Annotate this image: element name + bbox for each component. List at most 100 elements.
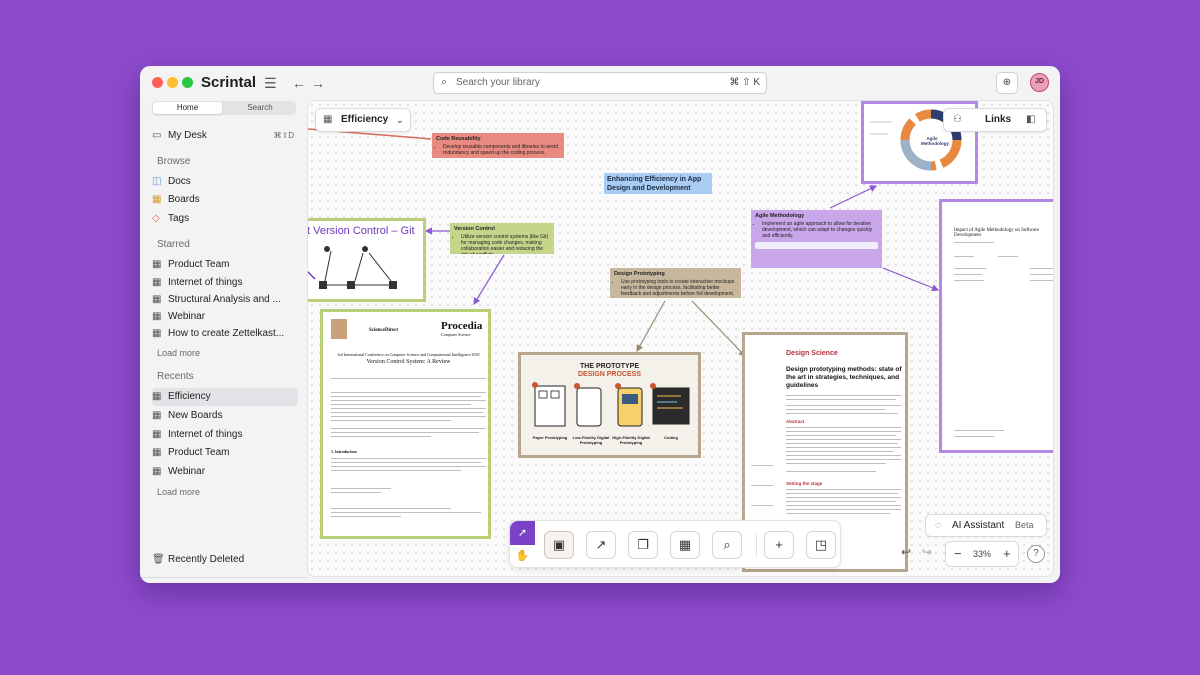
board-icon: ▦ [152,311,162,322]
sidebar-item-recent[interactable]: ▦ Webinar [152,463,298,481]
sidebar-item-docs[interactable]: ◫ Docs [152,173,298,191]
zoom-window-button[interactable] [182,77,193,88]
select-tool[interactable]: ➚ [510,521,535,545]
boards-tool[interactable]: ▦ [670,531,700,559]
tag-icon: ◇ [152,213,160,224]
menu-icon[interactable]: ☰ [264,74,277,92]
new-card-tool[interactable]: ▣ [544,531,574,559]
board-name: Efficiency [341,114,389,125]
note-link-preview[interactable] [755,242,878,249]
paper-abstract-heading: Abstract [786,419,805,424]
search-bar[interactable]: ⌕ Search your library ⌘ ⇧ K [433,72,767,94]
zoom-in-button[interactable]: + [1003,542,1011,566]
paper-version-control-review[interactable]: ScienceDirect Procedia Computer Science … [320,309,491,539]
chat-icon: ◌ [935,520,941,531]
title-bar: Scrintal ☰ ← → ⌕ Search your library ⌘ ⇧… [140,66,1060,100]
close-window-button[interactable] [152,77,163,88]
prototype-process-image[interactable]: THE PROTOTYPE DESIGN PROCESS Paper Proto… [518,352,701,458]
connector-line [882,267,940,292]
undo-icon[interactable]: ↩ [901,545,911,559]
connector-line [691,300,746,357]
sidebar-item-starred[interactable]: ▦ Structural Analysis and ... [152,291,298,309]
note-design-prototyping[interactable]: Design Prototyping Use prototyping tools… [610,268,741,298]
sidebar-item-boards[interactable]: ▦ Boards [152,191,298,209]
cards-tool[interactable]: ❐ [628,531,658,559]
arrow-tool[interactable]: ↗ [586,531,616,559]
sidebar-item-label: How to create Zettelkast... [168,328,285,339]
browse-heading: Browse [157,156,191,167]
sidebar-item-label: Product Team [168,447,230,458]
graph-icon: ⚇ [953,114,962,125]
note-title: Agile Methodology [755,213,805,219]
cursor-icon: ➚ [517,527,528,539]
board-icon: ▦ [152,447,162,458]
side-panel-icon[interactable]: ◧ [1026,109,1035,131]
sidebar-item-recent[interactable]: ▦ New Boards [152,407,298,425]
paper-section-heading: Setting the stage [786,481,823,486]
sidebar-item-tags[interactable]: ◇ Tags [152,210,298,228]
avatar[interactable]: JD [1030,73,1049,92]
git-image-card[interactable]: t Version Control – Git [308,218,426,302]
sidebar-item-label: Structural Analysis and ... [168,294,281,305]
note-version-control[interactable]: Version Control Utilize version control … [450,223,554,254]
sidebar-item-label: Webinar [168,311,206,322]
paper-agile-impact[interactable]: Impact of Agile Methodology on Software … [939,199,1053,453]
help-button[interactable]: ? [1027,545,1045,563]
sidebar-item-my-desk[interactable]: ▭ My Desk ⌘⇧D [152,127,298,145]
recently-deleted-label: Recently Deleted [168,554,245,565]
note-body: Implement an agile approach to allow for… [762,221,878,239]
layout-tool[interactable]: ◳ [806,531,836,559]
forward-arrow-icon[interactable]: → [311,74,325,92]
sidebar-item-label: Boards [168,194,200,205]
sidebar-item-label: Tags [168,213,190,224]
connector-line [473,254,505,306]
git-diagram [308,246,397,289]
note-title: Design Prototyping [614,271,665,277]
folder-search-icon: ⌕ [723,537,731,552]
redo-icon[interactable]: ↪ [922,545,932,559]
search-library-tool[interactable]: ⌕ [712,531,742,559]
sidebar-item-starred[interactable]: ▦ Product Team [152,256,298,274]
docs-icon: ◫ [152,176,162,187]
sidebar-item-label: Internet of things [168,429,243,440]
note-code-reusability[interactable]: Code Reusability Develop reusable compon… [432,133,564,158]
recents-heading: Recents [157,371,194,382]
zoom-control: − 33% + [945,541,1019,567]
starred-heading: Starred [157,239,190,250]
sidebar-item-starred[interactable]: ▦ Internet of things [152,274,298,292]
sidebar-item-starred[interactable]: ▦ Webinar [152,308,298,326]
load-more-starred[interactable]: Load more [157,348,200,358]
connector-line [636,300,666,353]
recently-deleted-link[interactable]: 🗑 Recently Deleted [152,554,244,565]
zoom-out-button[interactable]: − [954,542,962,566]
stage-label: High-Fidelity Digital Prototyping [612,435,650,445]
note-body: Develop reusable components and librarie… [443,144,560,156]
trash-icon: 🗑 [152,554,165,565]
add-user-button[interactable]: ⊕ [996,72,1018,94]
load-more-recents[interactable]: Load more [157,487,200,497]
tab-search[interactable]: Search [224,101,296,115]
note-body: Use prototyping tools to create interact… [621,279,737,297]
board-title-note[interactable]: Enhancing Efficiency in App Design and D… [604,173,712,194]
hand-tool[interactable]: ✋ [510,545,535,567]
links-panel-button[interactable]: ⚇ Links ◧ [943,108,1047,132]
paper-journal: Design Science [786,350,838,357]
board-icon: ▦ [152,410,162,421]
board-canvas[interactable]: ▦ Efficiency ⌄ Enhancing Efficiency in A… [307,100,1054,577]
sidebar-item-recent-selected[interactable]: ▦ Efficiency [152,388,298,406]
minimize-window-button[interactable] [167,77,178,88]
back-arrow-icon[interactable]: ← [292,74,306,92]
add-tool[interactable]: + [764,531,794,559]
board-icon: ▦ [152,328,162,339]
ai-assistant-button[interactable]: ◌ AI Assistant Beta [925,514,1047,537]
arrow-icon: ↗ [595,537,607,552]
sidebar-item-starred[interactable]: ▦ How to create Zettelkast... [152,325,298,343]
sidebar-item-recent[interactable]: ▦ Product Team [152,444,298,462]
sidebar-item-recent[interactable]: ▦ Internet of things [152,426,298,444]
toolbar-divider [756,533,757,557]
paper-title: Version Control System: A Review [366,359,451,365]
tab-home[interactable]: Home [153,102,222,114]
note-agile-methodology[interactable]: Agile Methodology Implement an agile app… [751,210,882,268]
boards-icon: ▦ [152,194,162,205]
board-selector[interactable]: ▦ Efficiency ⌄ [315,108,411,132]
